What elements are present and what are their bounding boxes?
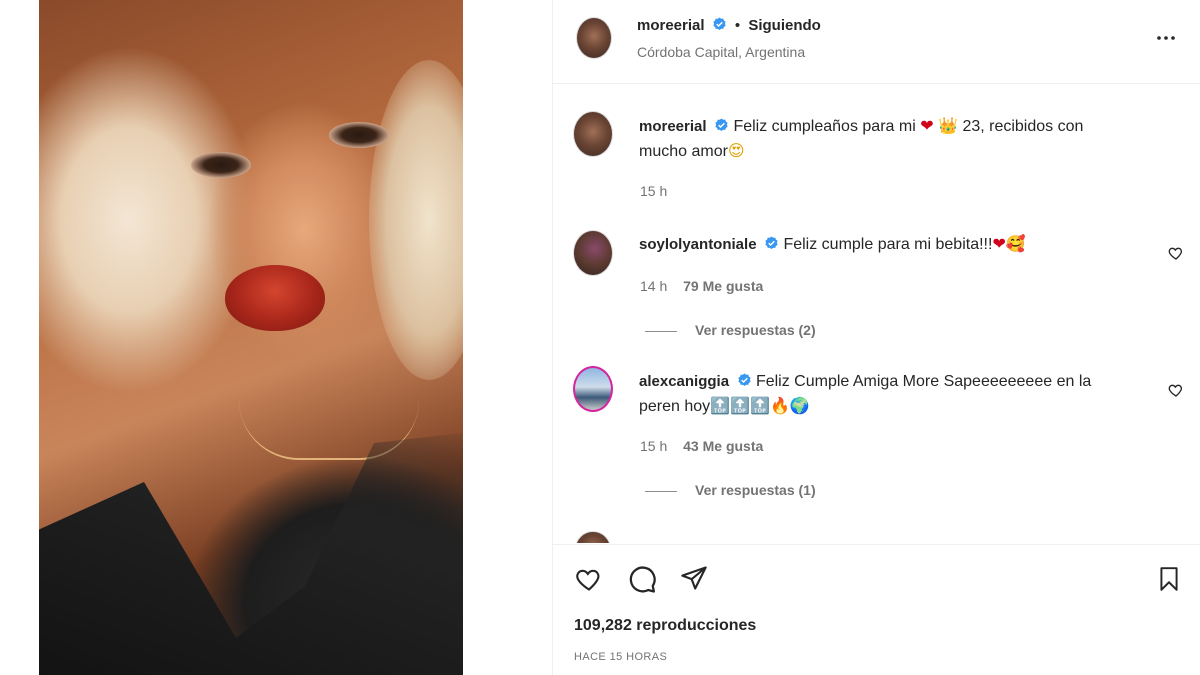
caption-body-2: 23, recibidos con [962, 118, 1084, 135]
author-username[interactable]: moreerial [637, 17, 705, 34]
photo-eye-left [191, 152, 251, 178]
separator-dot: • [734, 17, 741, 34]
caption-time[interactable]: 15 h [640, 183, 667, 199]
bookmark-icon [1160, 567, 1178, 591]
photo-hair-highlight [369, 60, 463, 380]
post-timestamp[interactable]: HACE 15 HORAS [574, 651, 667, 663]
author-avatar[interactable] [576, 17, 612, 59]
caption-body: Feliz cumpleaños para mi [733, 118, 916, 135]
post-details-panel: moreerial • Siguiendo Córdoba Capital, A… [552, 0, 1200, 675]
comment-body-2: peren hoy [639, 398, 711, 415]
verified-badge-icon [765, 236, 778, 250]
red-heart-emoji: ❤ [920, 116, 934, 135]
following-button[interactable]: Siguiendo [748, 17, 821, 34]
send-icon [681, 566, 707, 590]
replies-divider-line [645, 330, 677, 332]
heart-icon [576, 569, 600, 591]
share-button[interactable] [678, 562, 710, 594]
like-button[interactable] [573, 563, 605, 595]
caption-avatar[interactable] [573, 111, 613, 157]
view-count[interactable]: 109,282 reproducciones [574, 617, 756, 635]
comment-text: alexcaniggia Feliz Cumple Amiga More Sap… [639, 370, 1159, 419]
commenter-avatar[interactable] [573, 366, 613, 412]
caption-body-3: mucho amor [639, 143, 728, 160]
commenter-avatar[interactable] [573, 230, 613, 276]
comment-likes[interactable]: 43 Me gusta [683, 438, 763, 454]
comment-body: Feliz cumple para mi bebita!!! [783, 236, 993, 253]
comment-text: soylolyantoniale Feliz cumple para mi be… [639, 232, 1159, 257]
view-replies-label[interactable]: Ver respuestas (1) [695, 482, 816, 498]
comment-emojis: 🔝🔝🔝🔥🌍 [710, 396, 810, 415]
comment-like-heart-icon[interactable] [1168, 382, 1184, 398]
comment-like-heart-icon[interactable] [1168, 245, 1184, 261]
comments-list[interactable]: moreerial Feliz cumpleaños para mi ❤ 👑 2… [553, 85, 1200, 543]
verified-badge-icon [715, 118, 728, 132]
post-location[interactable]: Córdoba Capital, Argentina [637, 44, 805, 60]
ellipsis-icon [1157, 36, 1175, 40]
comment-time[interactable]: 14 h [640, 278, 667, 294]
comment-body: Feliz Cumple Amiga More Sapeeeeeeeee en … [755, 373, 1092, 390]
heart-eyes-emoji: 😍 [727, 141, 745, 160]
replies-divider-line [645, 490, 677, 492]
view-replies-label[interactable]: Ver respuestas (2) [695, 322, 816, 338]
caption-text: moreerial Feliz cumpleaños para mi ❤ 👑 2… [639, 114, 1159, 164]
post-media-column [0, 0, 552, 675]
comment-username[interactable]: alexcaniggia [639, 373, 729, 390]
photo-lips [225, 265, 325, 331]
post-photo[interactable] [39, 0, 463, 675]
view-replies-button[interactable]: Ver respuestas (2) [645, 322, 816, 338]
caption-meta: 15 h [640, 183, 667, 199]
crown-emoji: 👑 [938, 116, 958, 135]
caption-username[interactable]: moreerial [639, 118, 707, 135]
comment-icon [629, 566, 656, 593]
post-header: moreerial • Siguiendo Córdoba Capital, A… [553, 0, 1200, 84]
verified-badge-icon [737, 373, 751, 387]
comment-likes[interactable]: 79 Me gusta [683, 278, 763, 294]
comment-meta: 14 h 79 Me gusta [640, 278, 763, 294]
comment-time[interactable]: 15 h [640, 438, 667, 454]
view-replies-button[interactable]: Ver respuestas (1) [645, 482, 816, 498]
more-options-icon[interactable] [1154, 28, 1178, 48]
author-name-row: moreerial • Siguiendo [637, 17, 821, 34]
commenter-avatar[interactable] [575, 531, 611, 543]
save-button[interactable] [1153, 563, 1185, 595]
comment-username[interactable]: soylolyantoniale [639, 236, 757, 253]
comment-meta: 15 h 43 Me gusta [640, 438, 763, 454]
photo-shirt [39, 430, 463, 675]
photo-eye-right [329, 122, 389, 148]
comment-emojis: ❤🥰 [992, 234, 1026, 253]
verified-badge-icon [713, 17, 726, 31]
comment-button[interactable] [626, 563, 658, 595]
post-actions: 109,282 reproducciones HACE 15 HORAS [553, 544, 1200, 675]
